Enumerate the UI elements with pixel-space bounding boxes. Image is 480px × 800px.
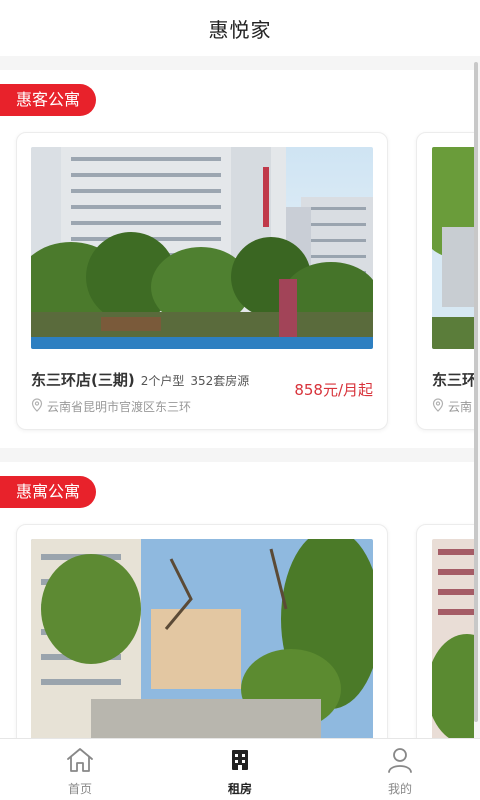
- location-pin-icon: [31, 397, 43, 416]
- header-bar: 惠悦家: [0, 0, 480, 56]
- user-icon: [385, 745, 415, 775]
- scrollbar[interactable]: [474, 62, 478, 722]
- address-text: 云南省昆明市官渡区东三环: [47, 400, 192, 414]
- listing-count: 352套房源: [190, 374, 250, 388]
- section-huiyu: 惠寓公寓: [0, 462, 474, 738]
- store-name: 东三环: [432, 371, 474, 389]
- tab-label: 租房: [227, 782, 252, 796]
- address-text: 云南: [448, 400, 473, 414]
- tab-label: 首页: [67, 782, 92, 796]
- home-icon: [65, 745, 95, 775]
- section-huike: 惠客公寓 东三环店(三期) 2个户型 352套房源 858元/月起 云南省昆明市…: [0, 70, 474, 448]
- apartment-photo: [432, 539, 474, 738]
- scroll-content[interactable]: 惠客公寓 东三环店(三期) 2个户型 352套房源 858元/月起 云南省昆明市…: [0, 70, 474, 738]
- tab-rent[interactable]: 租房: [160, 739, 320, 800]
- section-tag: 惠客公寓: [0, 84, 97, 116]
- apartment-card[interactable]: 东三环店(三期) 2个户型 352套房源 858元/月起 云南省昆明市官渡区东三…: [16, 132, 388, 430]
- price-label: 858元/月起: [294, 381, 373, 399]
- page-title: 惠悦家: [208, 17, 272, 42]
- section-tag: 惠寓公寓: [0, 476, 97, 508]
- unit-types: 2个户型: [140, 374, 185, 388]
- location-pin-icon: [432, 397, 444, 416]
- bottom-tab-bar: 首页 租房 我的: [0, 738, 480, 800]
- store-name: 东三环店(三期): [31, 371, 135, 389]
- address-row: 云南: [432, 397, 472, 416]
- apartment-photo: [31, 147, 373, 349]
- card-carousel[interactable]: 东三环店(三期) 2个户型 352套房源 858元/月起 云南省昆明市官渡区东三…: [16, 132, 474, 432]
- app-screen: 惠悦家 惠客公寓 东三环店(三期) 2个户型 352套房源 858元/月起 云南…: [0, 0, 480, 800]
- apartment-card[interactable]: [16, 524, 388, 738]
- apartment-photo: [31, 539, 373, 738]
- tab-label: 我的: [387, 782, 412, 796]
- apartment-card-next[interactable]: [416, 524, 474, 738]
- apartment-card-next[interactable]: 东三环 云南: [416, 132, 474, 430]
- tab-mine[interactable]: 我的: [320, 739, 480, 800]
- tab-home[interactable]: 首页: [0, 739, 160, 800]
- building-icon: [225, 745, 255, 775]
- apartment-name-row: 东三环: [432, 369, 474, 390]
- apartment-name-row: 东三环店(三期) 2个户型 352套房源: [31, 369, 249, 390]
- apartment-photo: [432, 147, 474, 349]
- card-carousel[interactable]: [16, 524, 474, 738]
- address-row: 云南省昆明市官渡区东三环: [31, 397, 191, 416]
